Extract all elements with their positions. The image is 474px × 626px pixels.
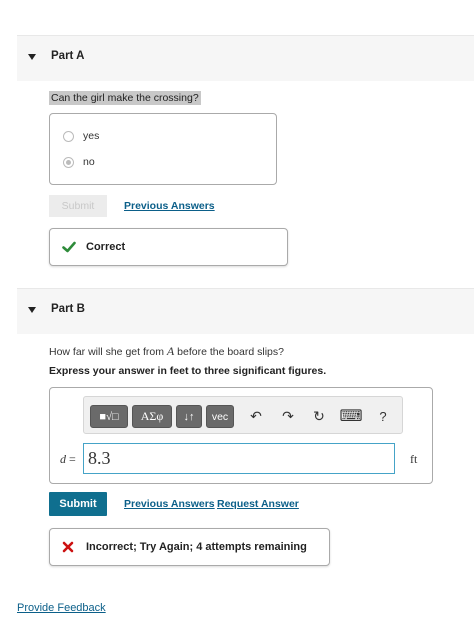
part-b-header[interactable]: Part B xyxy=(17,288,474,334)
question-suffix: before the board slips? xyxy=(177,346,284,358)
arrows-button[interactable]: ↓↑ xyxy=(176,405,202,428)
part-a-previous-answers-link[interactable]: Previous Answers xyxy=(124,200,215,212)
answer-input[interactable]: 8.3 xyxy=(83,443,395,474)
reset-icon[interactable]: ↻ xyxy=(310,407,328,425)
choice-box: yes no xyxy=(49,113,277,185)
part-b-feedback-text: Incorrect; Try Again; 4 attempts remaini… xyxy=(86,541,307,553)
request-answer-link[interactable]: Request Answer xyxy=(217,498,299,510)
choice-no-label: no xyxy=(83,156,95,168)
equals-sign: = xyxy=(69,452,76,466)
part-b-question: How far will she get from A before the b… xyxy=(49,344,284,359)
part-b-previous-answers-link[interactable]: Previous Answers xyxy=(124,498,215,510)
variable-symbol: d xyxy=(60,452,66,466)
part-a-title: Part A xyxy=(51,50,85,62)
help-icon[interactable]: ? xyxy=(374,407,392,425)
choice-yes[interactable]: yes xyxy=(63,130,99,142)
keyboard-icon[interactable]: ⌨ xyxy=(339,407,362,425)
checkmark-icon xyxy=(62,241,76,253)
part-a-feedback-text: Correct xyxy=(86,241,126,253)
part-b-feedback: Incorrect; Try Again; 4 attempts remaini… xyxy=(49,528,330,566)
part-a-feedback: Correct xyxy=(49,228,288,266)
question-variable: A xyxy=(166,344,175,358)
caret-down-icon[interactable] xyxy=(28,54,36,60)
greek-letters-button[interactable]: AΣφ xyxy=(132,405,172,428)
vector-button[interactable]: vec xyxy=(206,405,234,428)
templates-button[interactable]: ■√□ xyxy=(90,405,128,428)
unit-label: ft xyxy=(410,452,418,466)
undo-icon[interactable]: ↶ xyxy=(247,407,265,425)
part-b-instruction: Express your answer in feet to three sig… xyxy=(49,365,327,377)
radio-yes[interactable] xyxy=(63,130,74,142)
part-b-title: Part B xyxy=(51,303,85,315)
answer-box: ■√□ AΣφ ↓↑ vec ↶ ↷ ↻ ⌨ ? d = 8.3 ft xyxy=(49,387,433,484)
part-a-question: Can the girl make the crossing? xyxy=(49,91,201,105)
redo-icon[interactable]: ↷ xyxy=(279,407,297,425)
choice-yes-label: yes xyxy=(83,130,100,142)
math-toolbar: ■√□ AΣφ ↓↑ vec ↶ ↷ ↻ ⌨ ? xyxy=(83,396,403,434)
question-prefix: How far will she get from xyxy=(49,346,164,358)
caret-down-icon[interactable] xyxy=(28,307,36,313)
part-a-submit-button[interactable]: Submit xyxy=(49,195,107,217)
radio-no[interactable] xyxy=(63,156,74,168)
variable-label: d = xyxy=(60,452,76,467)
provide-feedback-link[interactable]: Provide Feedback xyxy=(17,602,106,614)
part-a-header[interactable]: Part A xyxy=(17,35,474,81)
part-b-submit-button[interactable]: Submit xyxy=(49,492,107,516)
choice-no[interactable]: no xyxy=(63,156,95,168)
x-icon xyxy=(62,541,74,553)
